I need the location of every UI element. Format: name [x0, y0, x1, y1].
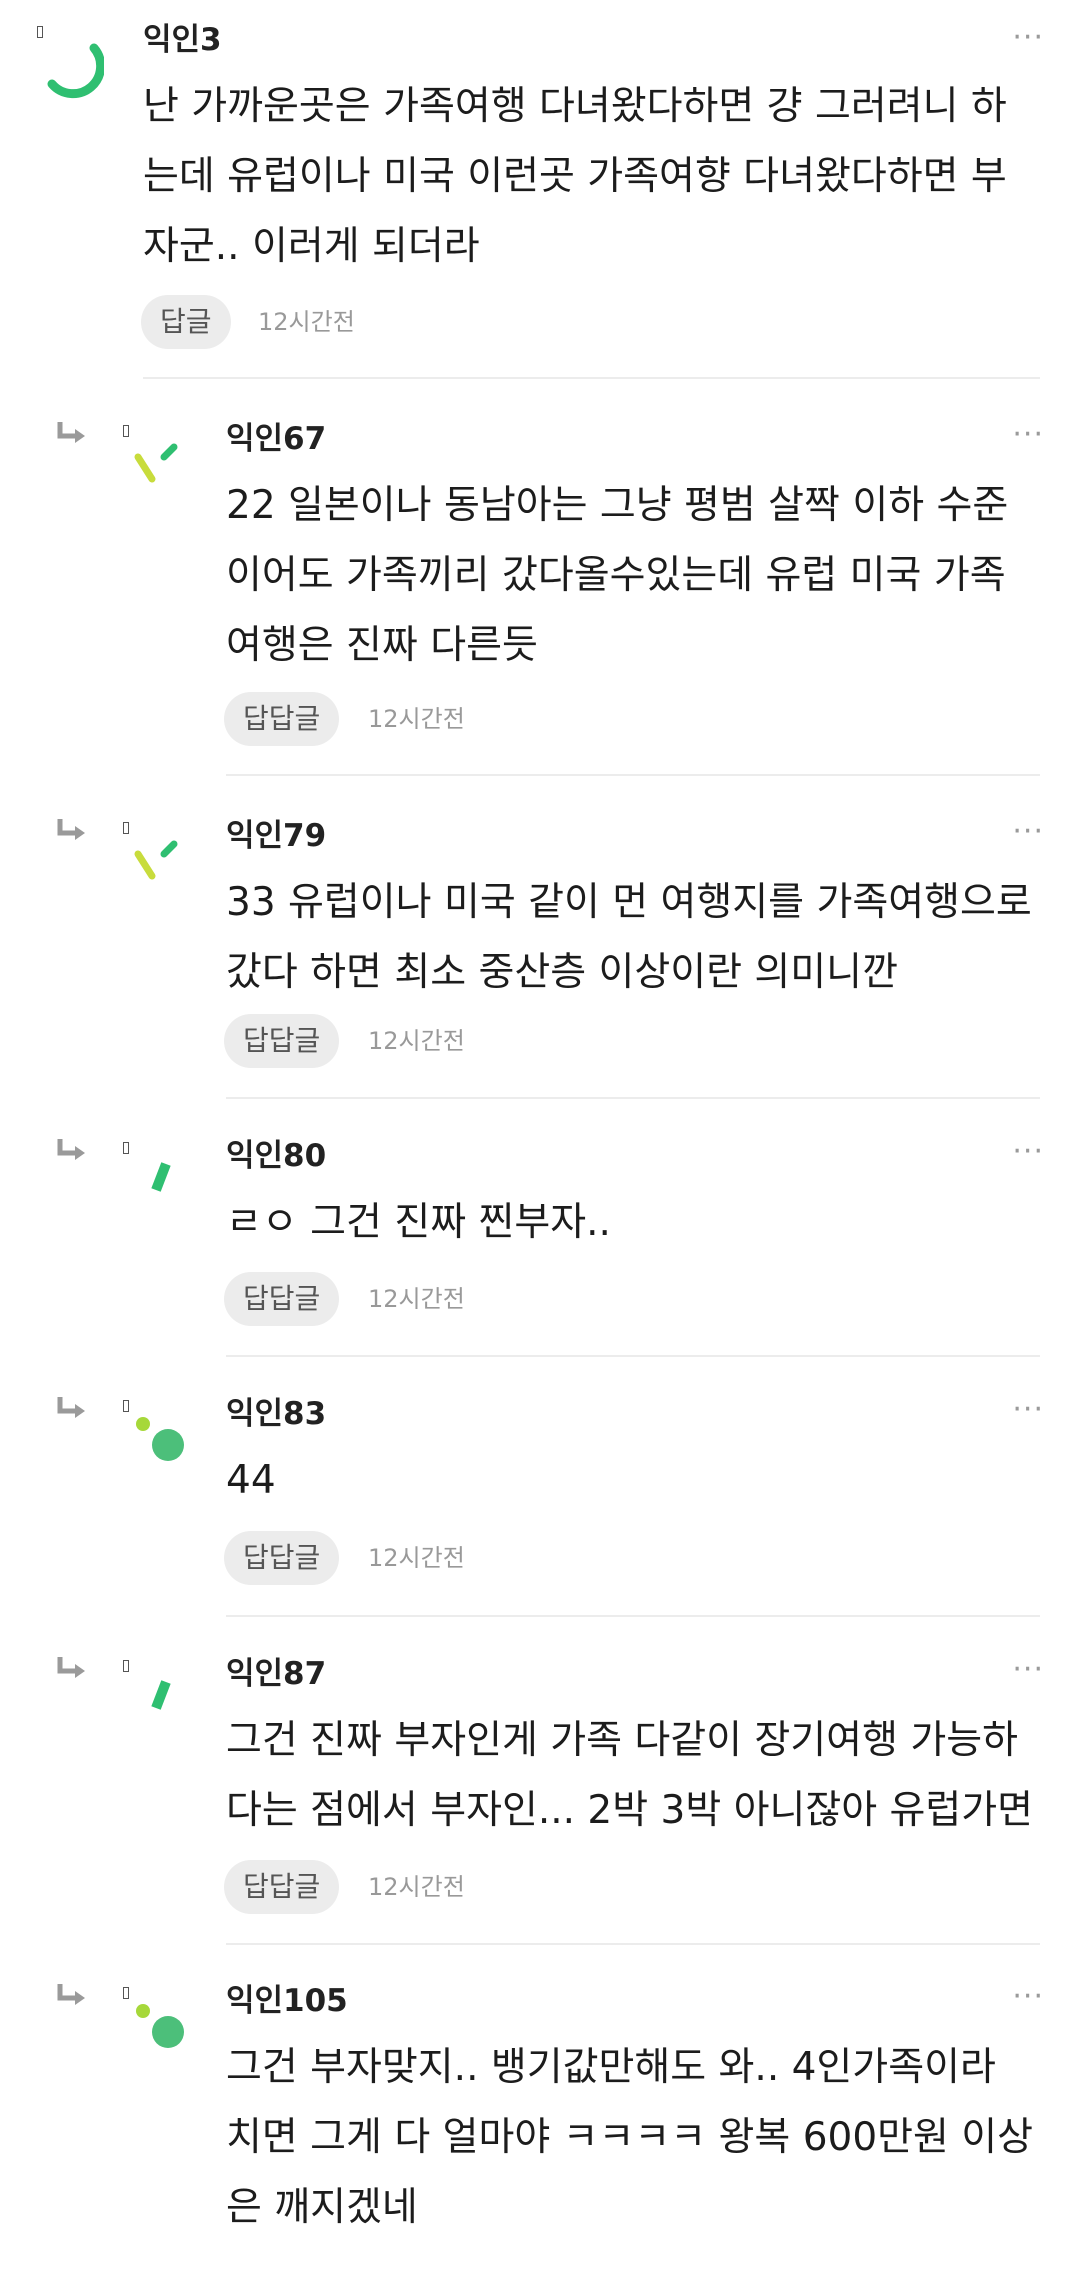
divider — [226, 1355, 1040, 1357]
reply-button[interactable]: 답답글 — [224, 1860, 340, 1914]
comment-item: 익인79 ··· 33 유럽이나 미국 같이 먼 여행지를 가족여행으로 갔다 … — [0, 782, 1080, 1102]
comment-text: 33 유럽이나 미국 같이 먼 여행지를 가족여행으로 갔다 하면 최소 중산층… — [226, 880, 1032, 995]
comment-text: 44 — [226, 1458, 276, 1503]
reply-arrow-icon — [57, 422, 85, 443]
more-options-icon[interactable]: ··· — [1012, 1982, 1044, 2012]
avatar — [136, 1417, 184, 1461]
author-name[interactable]: 익인79 — [226, 816, 326, 856]
author-name[interactable]: 익인3 — [143, 20, 222, 60]
comment-item: 익인83 ··· 44 답답글 12시간전 — [0, 1360, 1080, 1620]
more-options-icon[interactable]: ··· — [1012, 817, 1044, 847]
divider — [143, 377, 1040, 379]
comment-item: 익인80 ··· ㄹㅇ 그건 진짜 찐부자.. 답답글 12시간전 — [0, 1102, 1080, 1360]
comment-text: 난 가까운곳은 가족여행 다녀왔다하면 걍 그러려니 하 는데 유럽이나 미국 … — [143, 84, 1007, 269]
avatar — [134, 443, 178, 483]
divider — [226, 774, 1040, 776]
timestamp: 12시간전 — [368, 1285, 465, 1313]
avatar — [47, 43, 104, 99]
avatar — [136, 2004, 184, 2048]
avatar — [151, 1162, 171, 1192]
indicator-mark — [123, 1660, 129, 1672]
more-options-icon[interactable]: ··· — [1012, 1655, 1044, 1685]
more-options-icon[interactable]: ··· — [1012, 23, 1044, 53]
comment-item: 익인87 ··· 그건 진짜 부자인게 가족 다같이 장기여행 가능하 다는 점… — [0, 1620, 1080, 1947]
reply-button[interactable]: 답답글 — [224, 1272, 340, 1326]
author-name[interactable]: 익인87 — [226, 1654, 326, 1694]
reply-arrow-icon — [57, 1139, 85, 1160]
reply-button[interactable]: 답답글 — [224, 1014, 340, 1068]
indicator-mark — [123, 1400, 129, 1412]
avatar — [151, 1680, 171, 1710]
more-options-icon[interactable]: ··· — [1012, 1137, 1044, 1167]
reply-arrow-icon — [57, 1657, 85, 1678]
comment-text: ㄹㅇ 그건 진짜 찐부자.. — [226, 1200, 611, 1245]
divider — [226, 1615, 1040, 1617]
divider — [226, 1097, 1040, 1099]
divider — [226, 1943, 1040, 1945]
more-options-icon[interactable]: ··· — [1012, 420, 1044, 450]
comment-item: 익인67 ··· 22 일본이나 동남아는 그냥 평범 살짝 이하 수준 이어도… — [0, 385, 1080, 782]
avatar — [134, 840, 178, 880]
author-name[interactable]: 익인83 — [226, 1394, 326, 1434]
timestamp: 12시간전 — [368, 1544, 465, 1572]
indicator-mark — [123, 1987, 129, 1999]
timestamp: 12시간전 — [368, 1027, 465, 1055]
author-name[interactable]: 익인67 — [226, 419, 326, 459]
timestamp: 12시간전 — [258, 308, 355, 336]
comment-item: 익인105 ··· 그건 부자맞지.. 뱅기값만해도 와.. 4인가족이라 치면… — [0, 1947, 1080, 2287]
reply-button[interactable]: 답답글 — [224, 1531, 340, 1585]
reply-arrow-icon — [57, 1397, 85, 1418]
reply-button[interactable]: 답글 — [141, 295, 231, 349]
reply-button[interactable]: 답답글 — [224, 692, 340, 746]
indicator-mark — [123, 822, 129, 834]
indicator-mark — [123, 425, 129, 437]
indicator-mark — [123, 1142, 129, 1154]
more-options-icon[interactable]: ··· — [1012, 1395, 1044, 1425]
comment-item: 익인3 ··· 난 가까운곳은 가족여행 다녀왔다하면 걍 그러려니 하 는데 … — [0, 0, 1080, 385]
timestamp: 12시간전 — [368, 705, 465, 733]
reply-arrow-icon — [57, 1984, 85, 2005]
author-name[interactable]: 익인80 — [226, 1136, 326, 1176]
comment-text: 그건 부자맞지.. 뱅기값만해도 와.. 4인가족이라 치면 그게 다 얼마야 … — [226, 2045, 1034, 2230]
comment-text: 22 일본이나 동남아는 그냥 평범 살짝 이하 수준 이어도 가족끼리 갔다올… — [226, 483, 1009, 668]
timestamp: 12시간전 — [368, 1873, 465, 1901]
reply-arrow-icon — [57, 819, 85, 840]
author-name[interactable]: 익인105 — [226, 1981, 348, 2021]
comment-text: 그건 진짜 부자인게 가족 다같이 장기여행 가능하 다는 점에서 부자인...… — [226, 1718, 1034, 1833]
